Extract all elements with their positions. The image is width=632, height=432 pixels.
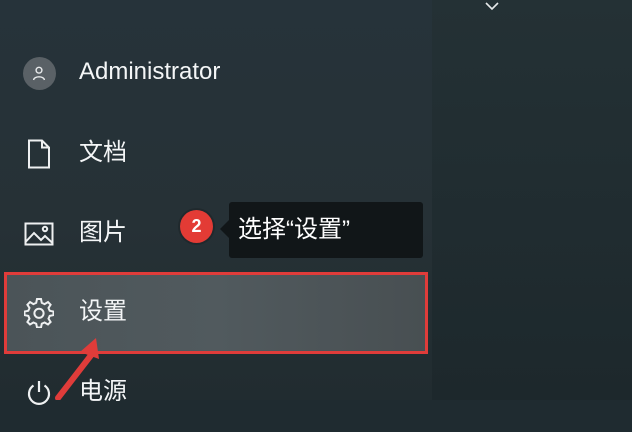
pointer-arrow-icon — [55, 338, 99, 400]
document-icon — [22, 137, 56, 171]
step-number-badge: 2 — [180, 210, 213, 243]
pictures-label: 图片 — [79, 219, 127, 246]
instruction-tooltip: 选择“设置” — [220, 202, 423, 258]
chevron-down-icon[interactable] — [484, 0, 500, 14]
avatar — [22, 56, 56, 90]
gear-icon — [22, 296, 56, 330]
user-name: Administrator — [79, 58, 221, 85]
picture-icon — [22, 217, 56, 251]
user-account-item[interactable]: Administrator — [0, 32, 432, 112]
power-icon — [22, 376, 56, 410]
user-icon — [22, 56, 56, 90]
tiles-area — [432, 0, 632, 400]
documents-label: 文档 — [79, 139, 127, 166]
tooltip-text: 选择“设置” — [238, 216, 350, 243]
documents-item[interactable]: 文档 — [0, 113, 432, 193]
